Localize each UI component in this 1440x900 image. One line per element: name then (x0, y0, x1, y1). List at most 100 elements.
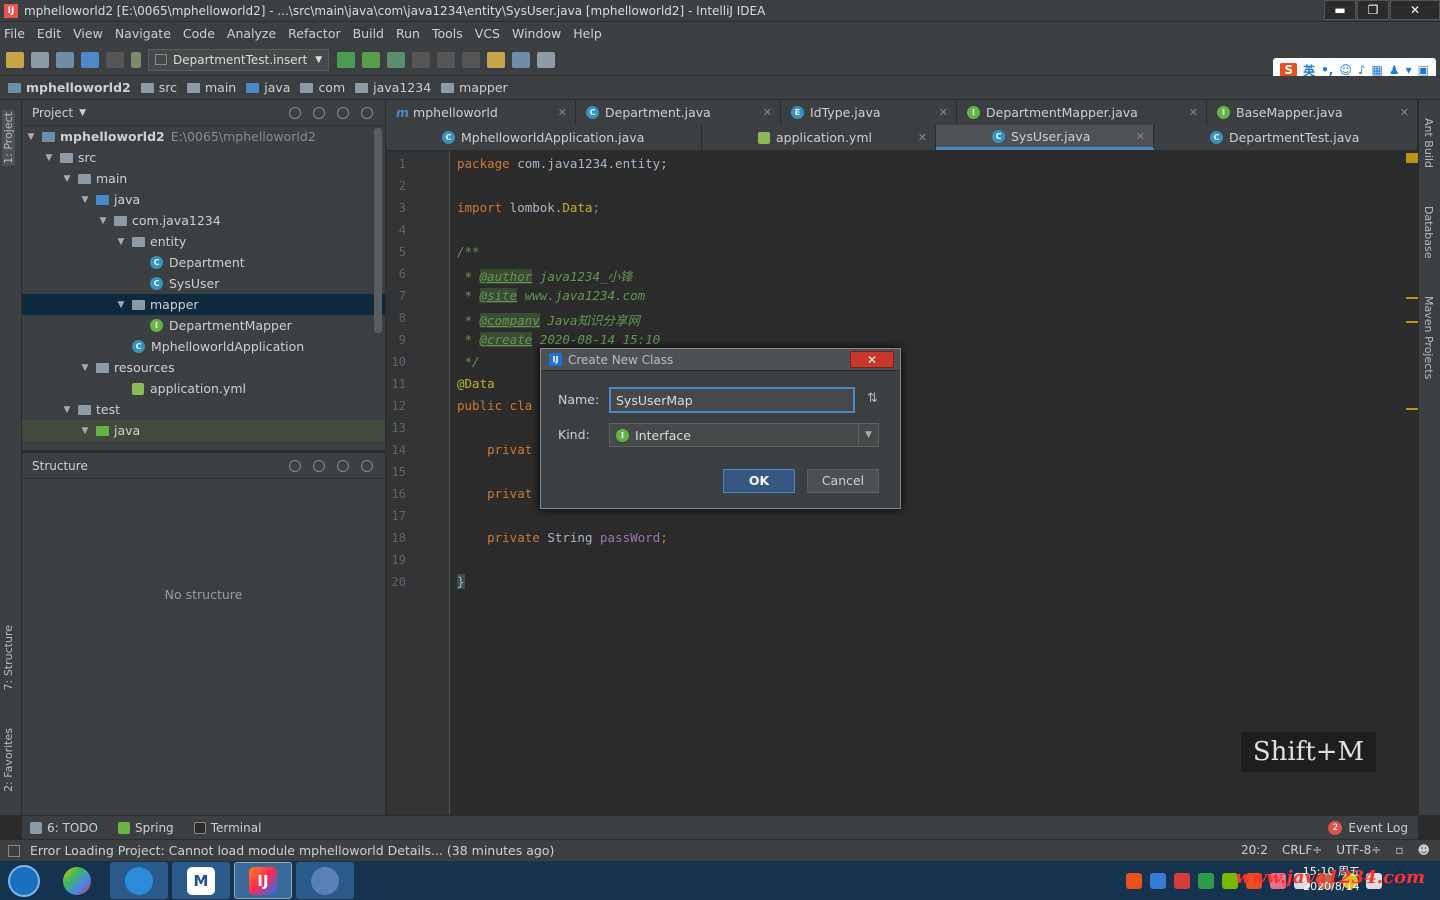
run-icon[interactable] (337, 51, 356, 68)
close-icon[interactable]: ✕ (558, 106, 567, 119)
build-icon[interactable] (131, 51, 141, 68)
structure-icon[interactable] (462, 51, 481, 68)
tool-window-favorites[interactable]: 2: Favorites (2, 728, 15, 792)
marker[interactable] (1406, 408, 1418, 410)
taskbar-app-browser[interactable] (110, 862, 168, 899)
taskbar-app-dolphin[interactable] (296, 862, 354, 899)
settings-icon[interactable] (487, 51, 506, 68)
tool-windows-toggle-icon[interactable] (8, 844, 20, 857)
close-icon[interactable]: ✕ (1400, 106, 1409, 119)
warning-marker-icon[interactable] (1406, 153, 1418, 163)
sync-icon[interactable] (56, 51, 74, 68)
breadcrumb-src[interactable]: src (140, 80, 177, 95)
tree-item-java[interactable]: ▼ java (22, 189, 385, 210)
debug-icon[interactable] (362, 51, 381, 68)
tree-item-src[interactable]: ▼ src (22, 147, 385, 168)
back-icon[interactable] (81, 51, 99, 68)
tree-item-mapper[interactable]: ▼ mapper (22, 294, 385, 315)
breadcrumb-java1234[interactable]: java1234 (355, 80, 431, 95)
tree-item-project-root[interactable]: ▼ mphelloworld2 E:\0065\mphelloworld2 (22, 126, 385, 147)
tree-item-entity[interactable]: ▼ entity (22, 231, 385, 252)
dialog-close-button[interactable]: ✕ (850, 351, 894, 368)
project-panel-title[interactable]: Project (32, 106, 73, 120)
lock-icon[interactable]: ▫ (1395, 843, 1403, 857)
event-log-button[interactable]: 2 Event Log (1328, 821, 1408, 835)
hide-icon[interactable] (361, 459, 373, 472)
tree-item-test-java[interactable]: ▼ java (22, 420, 385, 441)
marker[interactable] (1406, 321, 1418, 323)
tab-sysuser-java[interactable]: C SysUser.java ✕ (936, 125, 1154, 150)
tree-item-test[interactable]: ▼ test (22, 399, 385, 420)
tools-icon[interactable]: ▣ (1418, 63, 1429, 77)
user-icon[interactable]: ♟ (1389, 63, 1400, 77)
gear-icon[interactable] (337, 459, 349, 472)
tree-item-application[interactable]: C MphelloworldApplication (22, 336, 385, 357)
attach-debugger-icon[interactable] (437, 51, 456, 68)
menu-analyze[interactable]: Analyze (227, 26, 276, 41)
menu-window[interactable]: Window (512, 26, 561, 41)
menu-view[interactable]: View (73, 26, 103, 41)
kind-select[interactable]: I Interface ▼ (609, 423, 879, 447)
breadcrumb-mapper[interactable]: mapper (441, 80, 508, 95)
menu-file[interactable]: File (4, 26, 25, 41)
class-name-input[interactable] (609, 387, 855, 413)
menu-navigate[interactable]: Navigate (115, 26, 171, 41)
menu-code[interactable]: Code (183, 26, 215, 41)
maximize-button[interactable]: ❐ (1357, 0, 1389, 20)
taskbar-app-m[interactable]: M (172, 862, 230, 899)
chevron-down-icon[interactable]: ▼ (79, 108, 86, 118)
close-icon[interactable]: ✕ (763, 106, 772, 119)
close-icon[interactable]: ✕ (1136, 130, 1145, 143)
tab-application-yml[interactable]: application.yml ✕ (702, 125, 936, 150)
inspector-icon[interactable]: ☻ (1417, 843, 1430, 857)
collapse-all-icon[interactable] (313, 106, 325, 119)
menu-run[interactable]: Run (396, 26, 420, 41)
project-scrollbar[interactable] (374, 128, 382, 333)
forward-icon[interactable] (106, 51, 124, 68)
close-icon[interactable]: ✕ (1189, 106, 1198, 119)
expand-icon[interactable] (313, 459, 325, 472)
ok-button[interactable]: OK (723, 469, 795, 493)
tool-window-maven[interactable]: Maven Projects (1422, 296, 1435, 379)
close-icon[interactable]: ✕ (939, 106, 948, 119)
tab-departmenttest-java[interactable]: C DepartmentTest.java (1154, 125, 1418, 150)
tool-window-structure[interactable]: 7: Structure (2, 625, 15, 690)
emoji-icon[interactable]: ☺ (1339, 63, 1352, 77)
breadcrumb-main[interactable]: main (187, 80, 236, 95)
tree-item-main[interactable]: ▼ main (22, 168, 385, 189)
menu-vcs[interactable]: VCS (475, 26, 500, 41)
run-configuration-select[interactable]: DepartmentTest.insert ▼ (148, 48, 330, 71)
tree-item-sysuser[interactable]: C SysUser (22, 273, 385, 294)
gear-icon[interactable] (337, 106, 349, 119)
tab-department-mapper-java[interactable]: I DepartmentMapper.java ✕ (957, 100, 1207, 125)
menu-edit[interactable]: Edit (37, 26, 61, 41)
line-separator[interactable]: CRLF÷ (1282, 843, 1322, 857)
microphone-icon[interactable]: ♪ (1358, 63, 1366, 77)
tree-item-package[interactable]: ▼ com.java1234 (22, 210, 385, 231)
file-encoding[interactable]: UTF-8÷ (1336, 843, 1381, 857)
start-button[interactable] (0, 862, 48, 899)
tab-mphelloworld-application-java[interactable]: C MphelloworldApplication.java (386, 125, 702, 150)
tab-mphelloworld[interactable]: m mphelloworld ✕ (386, 100, 576, 125)
hide-icon[interactable] (361, 106, 373, 119)
breadcrumb-com[interactable]: com (300, 80, 345, 95)
sort-icon[interactable] (289, 459, 301, 472)
cube-tray-icon[interactable] (1150, 872, 1166, 889)
tab-idtype-java[interactable]: E IdType.java ✕ (781, 100, 957, 125)
taskbar-app-pinwheel[interactable] (48, 862, 106, 899)
tab-department-java[interactable]: C Department.java ✕ (576, 100, 781, 125)
sogou-tray-icon[interactable] (1126, 872, 1142, 889)
minimize-button[interactable]: ▬ (1324, 0, 1356, 20)
tab-basemapper-java[interactable]: I BaseMapper.java ✕ (1207, 100, 1418, 125)
taskbar-app-intellij[interactable]: IJ (234, 862, 292, 899)
stop-icon[interactable] (412, 51, 431, 68)
save-icon[interactable] (31, 51, 49, 68)
tool-window-terminal[interactable]: Terminal (193, 821, 261, 835)
sort-arrows-icon[interactable]: ⇅ (867, 391, 878, 406)
skin-icon[interactable]: ▾ (1406, 63, 1412, 77)
keyboard-icon[interactable]: ▦ (1372, 63, 1383, 77)
coverage-icon[interactable] (387, 51, 406, 68)
tool-window-ant-build[interactable]: Ant Build (1422, 118, 1435, 168)
sdk-icon[interactable] (537, 51, 556, 68)
menu-refactor[interactable]: Refactor (288, 26, 340, 41)
